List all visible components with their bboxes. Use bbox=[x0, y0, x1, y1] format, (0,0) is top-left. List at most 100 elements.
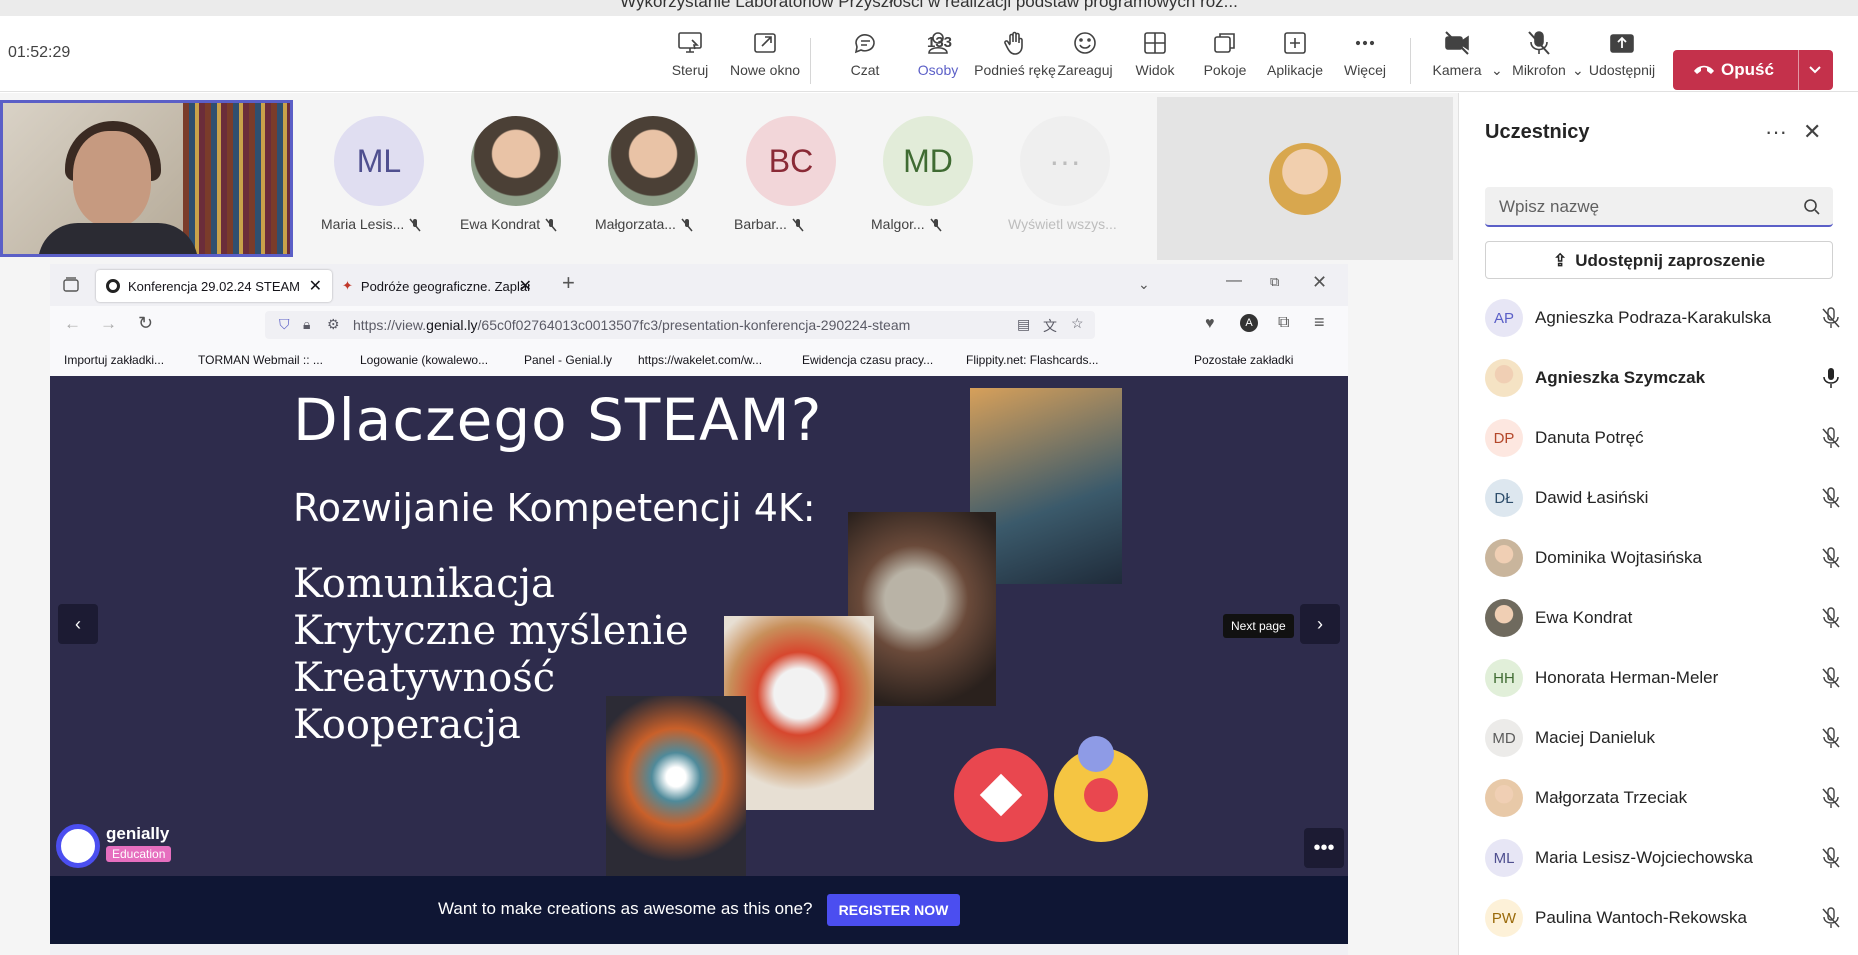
participant-list-item[interactable]: PW Paulina Wantoch-Rekowska bbox=[1485, 895, 1845, 941]
toolbar-button-mic-off[interactable]: Mikrofon bbox=[1499, 28, 1579, 88]
participant-avatar bbox=[1485, 539, 1523, 577]
close-tab-icon[interactable]: ✕ bbox=[309, 276, 322, 296]
participant-list-item[interactable]: ML Maria Lesisz-Wojciechowska bbox=[1485, 835, 1845, 881]
mic-off-icon[interactable] bbox=[1821, 427, 1841, 449]
mic-options-chevron-icon[interactable]: ⌄ bbox=[1572, 62, 1584, 79]
leave-button[interactable]: Opuść bbox=[1673, 50, 1833, 90]
participant-list-item[interactable]: AP Agnieszka Podraza-Karakulska bbox=[1485, 295, 1845, 341]
minimize-icon[interactable]: — bbox=[1226, 272, 1242, 290]
next-page-button[interactable]: › bbox=[1300, 604, 1340, 644]
participant-list-item[interactable]: Dominika Wojtasińska bbox=[1485, 535, 1845, 581]
genially-favicon-icon bbox=[106, 279, 120, 293]
restore-icon[interactable]: ⧉ bbox=[1270, 274, 1279, 290]
hand-icon bbox=[1004, 31, 1023, 55]
search-placeholder: Wpisz nazwę bbox=[1499, 197, 1600, 216]
toolbar-button-more[interactable]: Więcej bbox=[1325, 28, 1405, 88]
address-bar[interactable]: ⛉ 🔒︎ ⚙ https://view.genial.ly/65c0f02764… bbox=[265, 311, 1095, 339]
share-invite-button[interactable]: ⇪ Udostępnij zaproszenie bbox=[1485, 241, 1833, 279]
previous-page-button[interactable]: ‹ bbox=[58, 604, 98, 644]
tab-manager-icon[interactable] bbox=[62, 276, 80, 294]
mic-off-icon[interactable] bbox=[1821, 667, 1841, 689]
mic-off-icon[interactable] bbox=[1821, 307, 1841, 329]
bookmark-item[interactable]: https://wakelet.com/w... bbox=[638, 353, 762, 367]
browser-tab-strip: Konferencja 29.02.24 STEAM ✕ ✦ Podróże g… bbox=[50, 264, 1348, 306]
participant-tile[interactable]: MD bbox=[883, 116, 973, 206]
translate-icon[interactable]: 文 bbox=[1043, 316, 1057, 336]
mic-on-icon[interactable] bbox=[1821, 367, 1841, 389]
camera-off-icon bbox=[1445, 31, 1469, 55]
reader-view-icon[interactable]: ▤ bbox=[1017, 316, 1030, 333]
mic-off-icon[interactable] bbox=[1821, 607, 1841, 629]
toolbar-button-popout[interactable]: Nowe okno bbox=[725, 28, 805, 88]
toolbar-button-share[interactable]: Udostępnij bbox=[1582, 28, 1662, 88]
back-icon[interactable]: ← bbox=[64, 314, 81, 334]
participant-list-item[interactable]: DŁ Dawid Łasiński bbox=[1485, 475, 1845, 521]
toolbar-button-screen-control[interactable]: Steruj bbox=[650, 28, 730, 88]
participant-tile[interactable]: BC bbox=[746, 116, 836, 206]
toolbar-button-camera-off[interactable]: Kamera bbox=[1417, 28, 1497, 88]
participant-avatar bbox=[1485, 779, 1523, 817]
close-tab-icon[interactable]: ✕ bbox=[519, 276, 532, 296]
more-options-button[interactable]: ••• bbox=[1304, 828, 1344, 868]
browser-tab[interactable]: ✦ Podróże geograficzne. Zaplanuj ✕ bbox=[332, 270, 540, 302]
participant-list-item[interactable]: DP Danuta Potręć bbox=[1485, 415, 1845, 461]
close-panel-icon[interactable]: ✕ bbox=[1803, 119, 1821, 145]
menu-icon[interactable]: ≡ bbox=[1314, 312, 1325, 333]
new-tab-icon[interactable]: + bbox=[562, 270, 575, 296]
panel-title: Uczestnicy bbox=[1485, 121, 1590, 143]
bookmark-star-icon[interactable]: ☆ bbox=[1071, 315, 1084, 332]
permissions-icon: ⚙ bbox=[327, 316, 340, 332]
participant-name: Małgorzata... bbox=[595, 216, 694, 232]
mic-off-icon[interactable] bbox=[1821, 547, 1841, 569]
bookmark-folder[interactable]: Pozostałe zakładki bbox=[1194, 353, 1293, 367]
chevron-down-icon[interactable] bbox=[1806, 60, 1824, 78]
toolbar-label: Udostępnij bbox=[1588, 62, 1656, 78]
bookmark-item[interactable]: Flippity.net: Flashcards... bbox=[966, 353, 1099, 367]
bookmark-item[interactable]: Logowanie (kowalewo... bbox=[360, 353, 488, 367]
speaker-tile[interactable] bbox=[1157, 97, 1453, 260]
participant-search-input[interactable]: Wpisz nazwę bbox=[1485, 187, 1833, 227]
toolbar-button-hand[interactable]: Podnieś rękę bbox=[974, 28, 1056, 88]
participant-tile[interactable]: ML bbox=[334, 116, 424, 206]
participant-tile[interactable]: ··· bbox=[1020, 116, 1110, 206]
search-icon bbox=[1804, 199, 1820, 215]
toolbar-button-rooms[interactable]: Pokoje bbox=[1185, 28, 1265, 88]
mic-off-icon[interactable] bbox=[1821, 487, 1841, 509]
bookmark-item[interactable]: Importuj zakładki... bbox=[64, 353, 164, 367]
panel-more-icon[interactable]: ··· bbox=[1765, 119, 1787, 145]
mic-off-icon[interactable] bbox=[1821, 787, 1841, 809]
bookmark-item[interactable]: Panel - Genial.ly bbox=[524, 353, 612, 367]
account-icon[interactable]: A bbox=[1240, 314, 1258, 332]
hang-up-icon bbox=[1694, 65, 1714, 74]
pocket-icon[interactable]: ♥ bbox=[1205, 315, 1215, 333]
tab-list-chevron-icon[interactable]: ⌄ bbox=[1138, 276, 1150, 293]
participant-list-item[interactable]: Małgorzata Trzeciak bbox=[1485, 775, 1845, 821]
browser-tab-active[interactable]: Konferencja 29.02.24 STEAM ✕ bbox=[96, 270, 332, 302]
participant-tile[interactable] bbox=[471, 116, 561, 206]
presenter-video-tile[interactable] bbox=[0, 100, 293, 257]
register-now-button[interactable]: REGISTER NOW bbox=[827, 894, 960, 926]
participant-avatar bbox=[1485, 359, 1523, 397]
participant-avatar: PW bbox=[1485, 899, 1523, 937]
toolbar-button-chat[interactable]: Czat bbox=[825, 28, 905, 88]
extensions-icon[interactable]: ⧉ bbox=[1278, 314, 1289, 332]
forward-icon[interactable]: → bbox=[100, 314, 117, 334]
reload-icon[interactable]: ↻ bbox=[138, 313, 153, 334]
toolbar-button-emoji[interactable]: Zareaguj bbox=[1045, 28, 1125, 88]
mic-off-icon[interactable] bbox=[1821, 727, 1841, 749]
toolbar-button-grid[interactable]: Widok bbox=[1115, 28, 1195, 88]
window-close-icon[interactable]: ✕ bbox=[1312, 272, 1327, 293]
bookmark-item[interactable]: TORMAN Webmail :: ... bbox=[198, 353, 323, 367]
camera-options-chevron-icon[interactable]: ⌄ bbox=[1491, 62, 1503, 79]
slide-subtitle: Rozwijanie Kompetencji 4K: bbox=[293, 486, 816, 530]
toolbar-button-add[interactable]: Aplikacje bbox=[1255, 28, 1335, 88]
mic-off-icon[interactable] bbox=[1821, 847, 1841, 869]
participant-list-item[interactable]: HH Honorata Herman-Meler bbox=[1485, 655, 1845, 701]
more-icon bbox=[1355, 40, 1375, 46]
participant-list-item[interactable]: MD Maciej Danieluk bbox=[1485, 715, 1845, 761]
bookmark-item[interactable]: Ewidencja czasu pracy... bbox=[802, 353, 933, 367]
participant-list-item[interactable]: Agnieszka Szymczak bbox=[1485, 355, 1845, 401]
participant-list-item[interactable]: Ewa Kondrat bbox=[1485, 595, 1845, 641]
mic-off-icon[interactable] bbox=[1821, 907, 1841, 929]
participant-tile[interactable] bbox=[608, 116, 698, 206]
